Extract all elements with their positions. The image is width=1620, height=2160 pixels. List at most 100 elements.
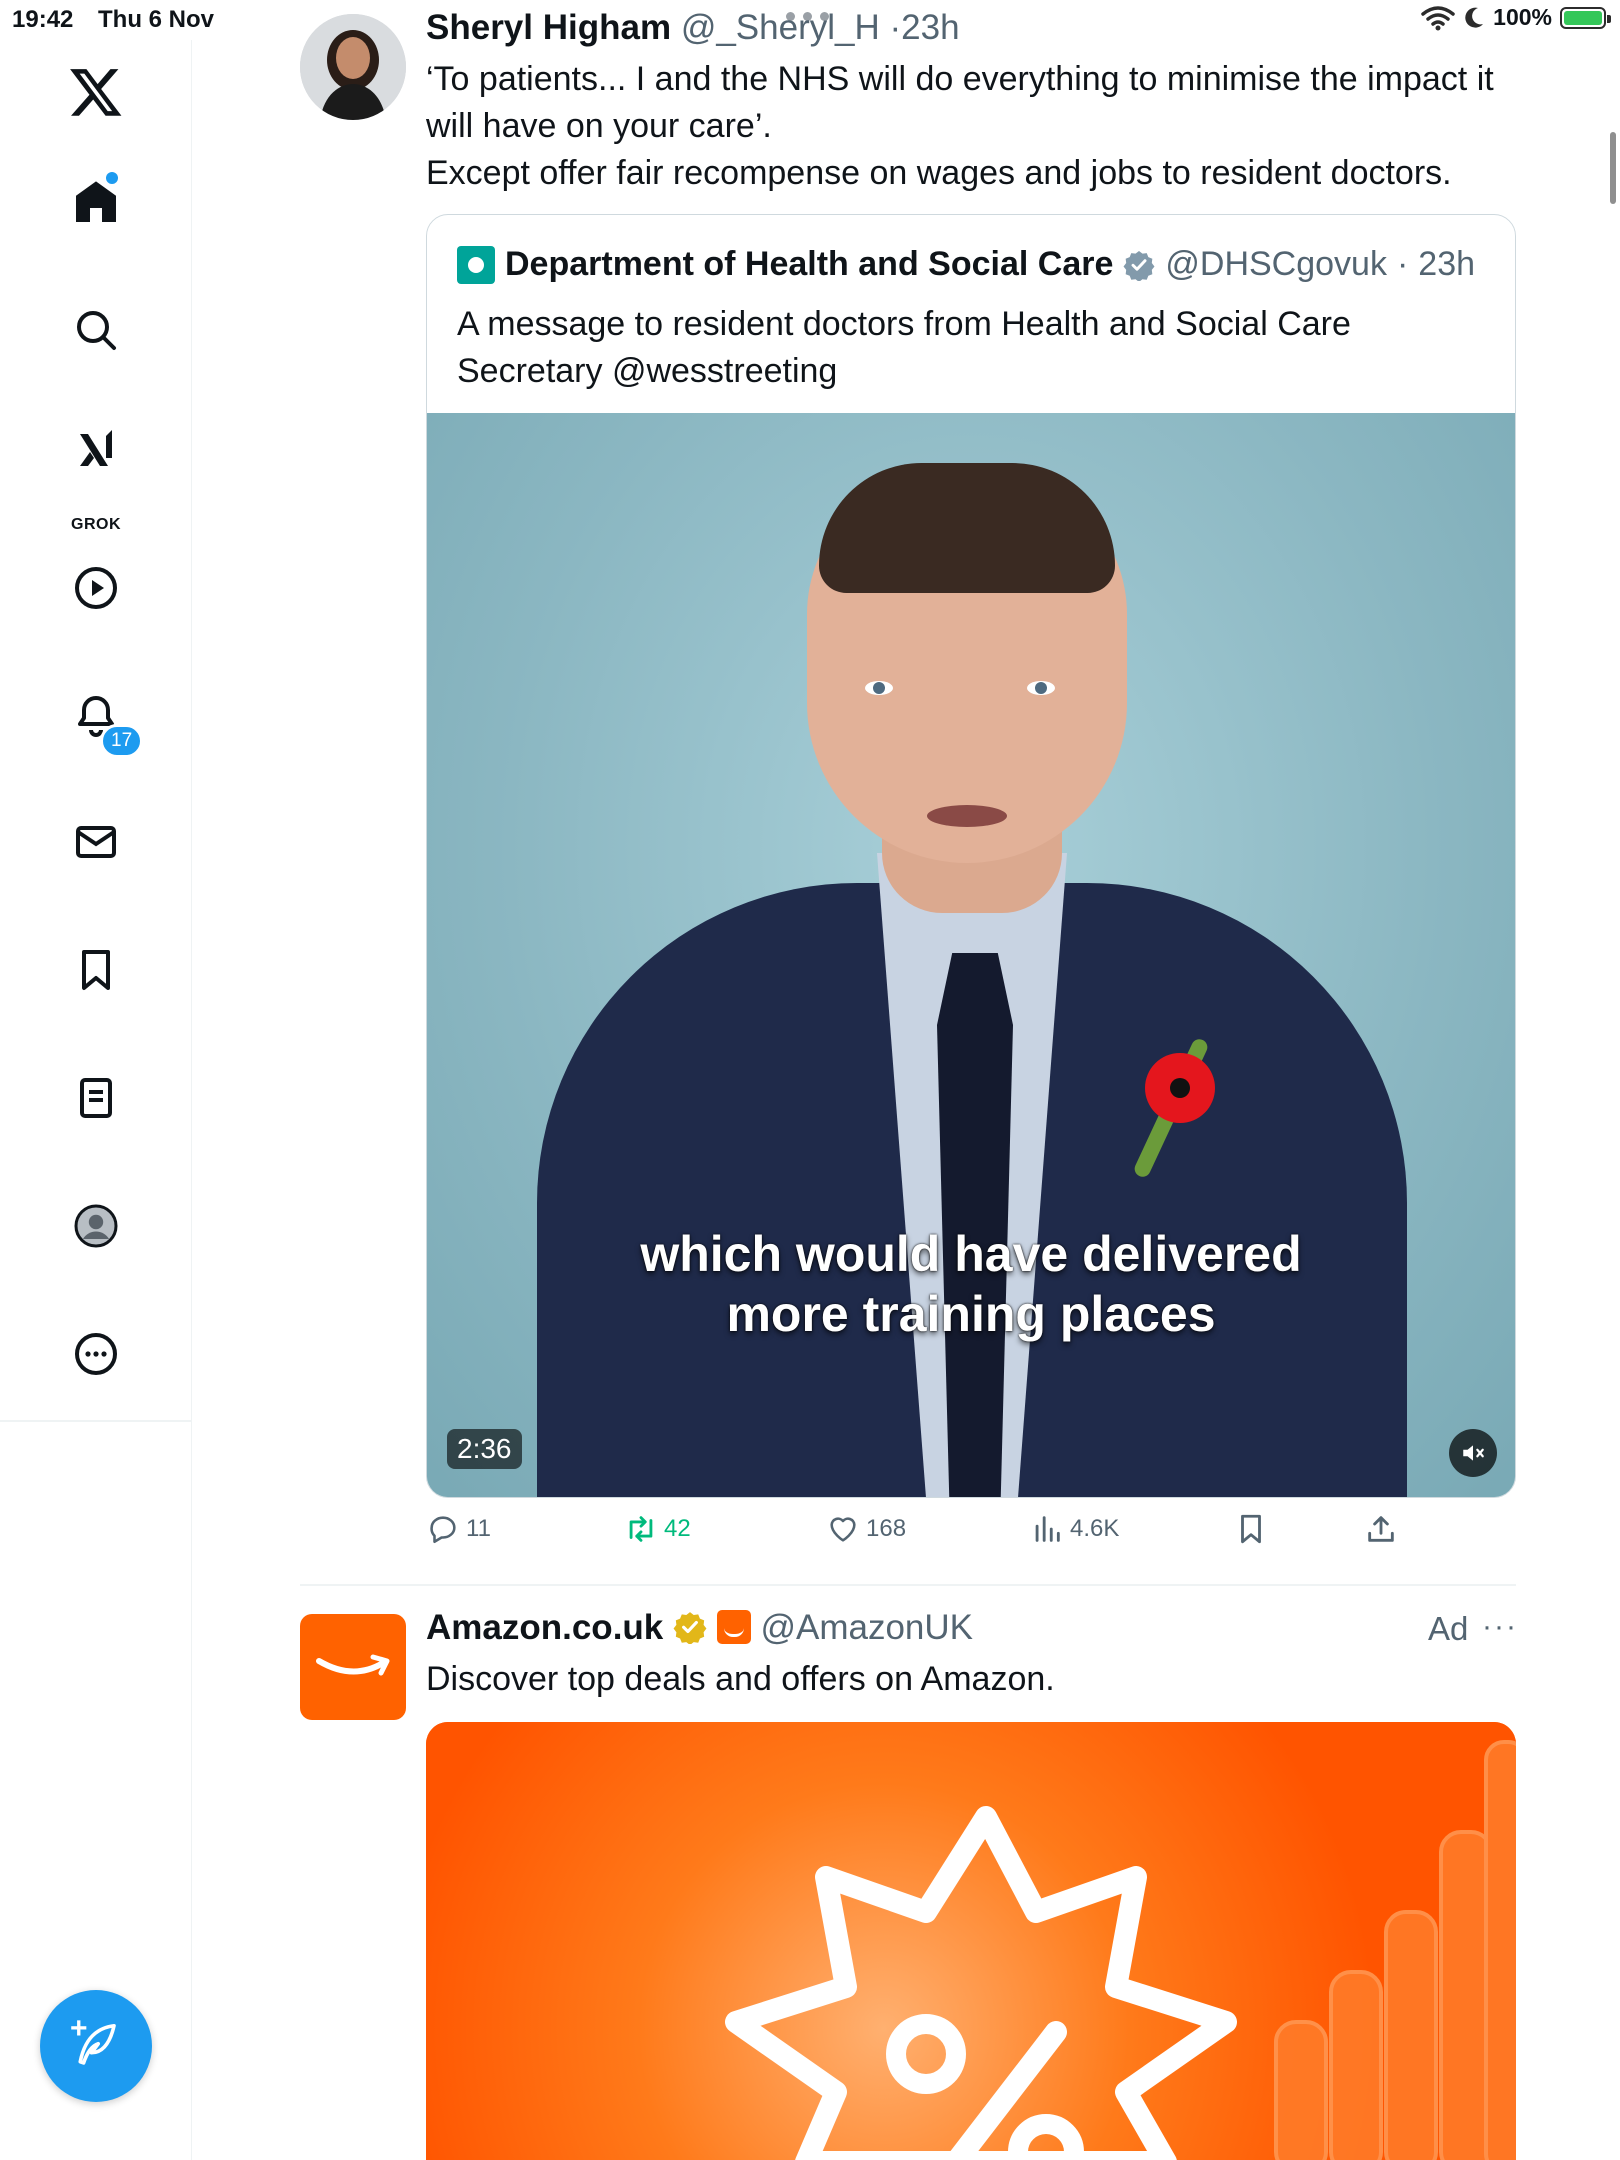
video-caption-line: which would have delivered: [640, 1226, 1302, 1282]
retweet-icon: [629, 1516, 653, 1542]
moon-icon: [1465, 7, 1484, 28]
ad-more-button[interactable]: ···: [1482, 1610, 1518, 1644]
quote-text: A message to resident doctors from Healt…: [457, 301, 1477, 395]
reply-icon: [430, 1516, 456, 1544]
quote-author-handle[interactable]: @DHSCgovuk: [1165, 245, 1387, 284]
play-icon: [75, 567, 117, 609]
status-time: 19:42: [12, 6, 74, 33]
list-icon: [80, 1078, 112, 1118]
video-figure-mouth: [927, 805, 1007, 827]
ad-header: Amazon.co.uk @AmazonUK: [426, 1608, 973, 1648]
verified-government-icon: [1123, 250, 1155, 281]
tweet-text: ‘To patients... I and the NHS will do ev…: [426, 56, 1516, 197]
tweet-text-line: ‘To patients... I and the NHS will do ev…: [426, 60, 1494, 98]
compose-button[interactable]: +: [40, 1990, 152, 2102]
tweet-text-line: will have on your care’.: [426, 107, 772, 145]
sidebar-item-bookmarks[interactable]: [56, 930, 136, 1010]
percent-slash: [945, 2021, 1067, 2160]
dhsc-logo-icon: [457, 245, 495, 284]
ad-text: Discover top deals and offers on Amazon.: [426, 1656, 1516, 1703]
reply-button[interactable]: 11: [426, 1512, 491, 1546]
views-button[interactable]: 4.6K: [1030, 1512, 1119, 1546]
sidebar-item-profile[interactable]: [56, 1186, 136, 1266]
author-handle[interactable]: @_Sheryl_H: [681, 8, 880, 47]
sidebar-item-more[interactable]: [56, 1314, 136, 1394]
video-figure-eye: [1027, 681, 1055, 695]
sidebar-item-lists[interactable]: [56, 1058, 136, 1138]
sidebar-item-explore[interactable]: [56, 290, 136, 370]
ad-media[interactable]: [426, 1722, 1516, 2160]
like-button[interactable]: 168: [826, 1512, 906, 1546]
wifi-icon: [1421, 5, 1455, 30]
bookmark-icon: [82, 950, 110, 990]
retweet-count: 42: [664, 1515, 691, 1542]
amazon-smile-icon: [316, 1654, 390, 1676]
mute-button[interactable]: [1449, 1429, 1497, 1477]
video-figure-hair: [819, 463, 1115, 593]
tweet-text-line: Except offer fair recompense on wages an…: [426, 154, 1452, 192]
tweet-header: Sheryl Higham @_Sheryl_H ·23h: [426, 8, 960, 48]
author-name[interactable]: Sheryl Higham: [426, 8, 671, 47]
sidebar-item-home[interactable]: [56, 162, 136, 242]
quote-separator: ·: [1396, 245, 1409, 283]
ad-author-handle[interactable]: @AmazonUK: [760, 1608, 973, 1647]
sidebar-item-video[interactable]: [56, 548, 136, 628]
home-unread-dot: [106, 172, 118, 184]
percent-circle: [886, 2014, 966, 2094]
notification-badge: 17: [100, 724, 144, 758]
battery-percent: 100%: [1493, 4, 1552, 30]
battery-icon: [1560, 6, 1611, 29]
quote-time[interactable]: 23h: [1418, 245, 1475, 284]
quote-text-line: Secretary @wesstreeting: [457, 352, 838, 390]
discount-badge-graphic: [725, 1740, 1516, 2160]
view-count: 4.6K: [1070, 1515, 1120, 1542]
share-icon: [1368, 1516, 1394, 1542]
search-icon: [77, 311, 116, 350]
tweet-time[interactable]: 23h: [901, 8, 959, 47]
speaker-muted-icon: [1463, 1445, 1484, 1461]
sidebar-item-grok[interactable]: [56, 410, 136, 490]
poppy-icon: [1145, 1053, 1215, 1123]
bar-columns: [1274, 1740, 1516, 2160]
status-right: 100%: [1421, 4, 1611, 31]
sidebar-divider: [0, 1420, 192, 1422]
analytics-icon: [1035, 1516, 1060, 1542]
grok-label: GROK: [71, 516, 121, 533]
sidebar-item-messages[interactable]: [56, 802, 136, 882]
reply-count: 11: [466, 1515, 491, 1542]
quote-header: Department of Health and Social Care @DH…: [457, 245, 1475, 284]
amazon-affiliate-badge-icon: [716, 1610, 751, 1644]
sidebar: GROK 17 +: [0, 40, 192, 2160]
avatar-image: [300, 14, 406, 120]
video-duration: 2:36: [447, 1429, 522, 1469]
author-avatar[interactable]: [300, 14, 406, 120]
scrollbar-thumb[interactable]: [1610, 132, 1616, 204]
mail-icon: [76, 826, 116, 858]
home-icon: [76, 181, 116, 222]
grok-icon: [80, 430, 112, 466]
video-caption-line: more training places: [726, 1286, 1216, 1342]
amazon-avatar[interactable]: [300, 1614, 406, 1720]
like-count: 168: [866, 1515, 907, 1542]
quoted-tweet-card[interactable]: Department of Health and Social Care @DH…: [426, 214, 1516, 1498]
quote-author-name[interactable]: Department of Health and Social Care: [505, 245, 1113, 284]
bookmark-button[interactable]: [1234, 1512, 1268, 1546]
ad-author-name[interactable]: Amazon.co.uk: [426, 1608, 663, 1647]
ad-text-line: Discover top deals and offers on Amazon.: [426, 1660, 1055, 1698]
video-figure-eye: [865, 681, 893, 695]
retweet-button[interactable]: 42: [624, 1512, 691, 1546]
heart-icon: [830, 1517, 856, 1542]
verified-business-icon: [673, 1612, 707, 1645]
more-icon: [75, 1333, 117, 1375]
profile-icon: [74, 1204, 118, 1248]
ad-label: Ad: [1428, 1610, 1469, 1647]
status-date: Thu 6 Nov: [98, 6, 215, 33]
x-logo-icon[interactable]: [68, 64, 124, 120]
video-player[interactable]: which would have delivered more training…: [427, 413, 1515, 1497]
header-separator: ·: [889, 8, 902, 47]
share-button[interactable]: [1364, 1512, 1398, 1546]
quote-text-line: A message to resident doctors from Healt…: [457, 305, 1351, 343]
tweet-actions: 11 42 168 4.6K: [426, 1512, 1516, 1560]
starburst-outline: [725, 1806, 1237, 2160]
bookmark-icon: [1241, 1514, 1261, 1544]
